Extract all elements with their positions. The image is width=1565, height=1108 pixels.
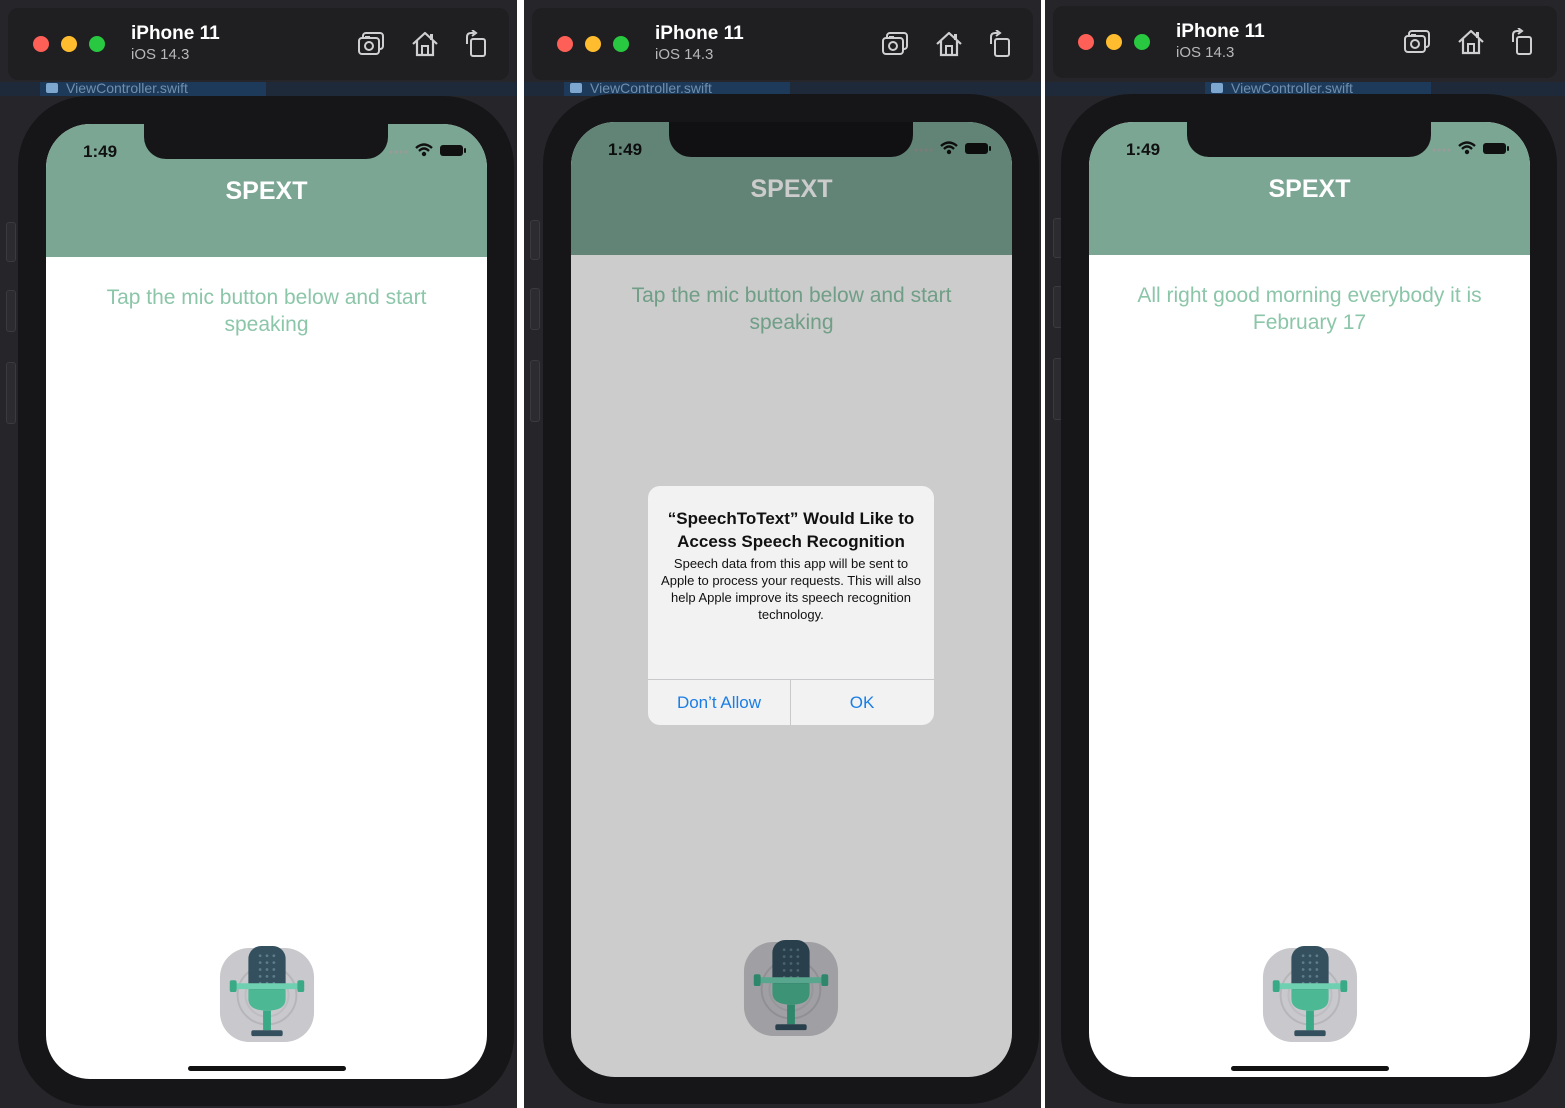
simulator-titlebar: iPhone 11 iOS 14.3 (532, 8, 1033, 80)
device-notch (144, 124, 388, 159)
app-title: SPEXT (1268, 175, 1351, 203)
home-indicator[interactable] (1231, 1066, 1389, 1071)
status-icons (387, 140, 467, 160)
simulator-window-3: ViewController.swift iPhone 11 iOS 14.3 … (1045, 0, 1565, 1108)
iphone-frame: 1:49 SPEXT All right good morning everyb… (1061, 94, 1557, 1104)
home-icon[interactable] (934, 30, 964, 58)
simulator-titlebar: iPhone 11 iOS 14.3 (8, 8, 509, 80)
alert-message: Speech data from this app will be sent t… (661, 556, 921, 622)
simulator-titlebar: iPhone 11 iOS 14.3 (1053, 6, 1557, 78)
device-notch (1187, 122, 1431, 157)
home-icon[interactable] (410, 30, 440, 58)
dont-allow-button[interactable]: Don’t Allow (648, 680, 790, 725)
close-window-button[interactable] (1078, 34, 1094, 50)
xcode-gutter-box (6, 362, 16, 424)
xcode-gutter-box (530, 220, 540, 260)
close-window-button[interactable] (557, 36, 573, 52)
zoom-window-button[interactable] (89, 36, 105, 52)
os-version: iOS 14.3 (131, 46, 190, 63)
status-time: 1:49 (1126, 140, 1161, 159)
os-version: iOS 14.3 (1176, 44, 1235, 61)
os-version: iOS 14.3 (655, 46, 714, 63)
home-indicator[interactable] (188, 1066, 346, 1071)
minimize-window-button[interactable] (61, 36, 77, 52)
status-icons (1430, 138, 1510, 158)
xcode-gutter-box (6, 222, 16, 262)
microphone-icon[interactable] (218, 946, 316, 1044)
rotate-icon[interactable] (1507, 28, 1537, 56)
simulator-window-1: ViewController.swift iPhone 11 iOS 14.3 … (0, 0, 517, 1108)
close-window-button[interactable] (33, 36, 49, 52)
xcode-file-tab: ViewController.swift (40, 82, 266, 96)
device-name: iPhone 11 (131, 23, 220, 44)
screenshot-icon[interactable] (1403, 28, 1433, 56)
zoom-window-button[interactable] (613, 36, 629, 52)
app-screen: 1:49 SPEXT Tap the mic button below and … (46, 124, 487, 1079)
iphone-frame: 1:49 SPEXT Tap the mic button below and … (18, 96, 514, 1106)
xcode-gutter-box (6, 290, 16, 332)
status-time: 1:49 (83, 142, 118, 161)
rotate-icon[interactable] (461, 30, 491, 58)
transcript-label: All right good morning everybody it is F… (1137, 284, 1482, 334)
xcode-gutter-box (530, 288, 540, 330)
microphone-icon[interactable] (1261, 946, 1359, 1044)
minimize-window-button[interactable] (585, 36, 601, 52)
app-screen: 1:49 SPEXT All right good morning everyb… (1089, 122, 1530, 1077)
screenshot-icon[interactable] (357, 30, 387, 58)
rotate-icon[interactable] (985, 30, 1015, 58)
screenshot-icon[interactable] (881, 30, 911, 58)
minimize-window-button[interactable] (1106, 34, 1122, 50)
ok-button[interactable]: OK (791, 680, 933, 725)
permission-alert: “SpeechToText” Would Like to Access Spee… (648, 486, 934, 725)
zoom-window-button[interactable] (1134, 34, 1150, 50)
app-title: SPEXT (225, 177, 308, 205)
device-name: iPhone 11 (1176, 21, 1265, 42)
home-icon[interactable] (1456, 28, 1486, 56)
transcript-label: Tap the mic button below and start speak… (106, 286, 427, 336)
alert-title: “SpeechToText” Would Like to Access Spee… (667, 509, 915, 551)
device-name: iPhone 11 (655, 23, 744, 44)
xcode-gutter-box (530, 360, 540, 422)
